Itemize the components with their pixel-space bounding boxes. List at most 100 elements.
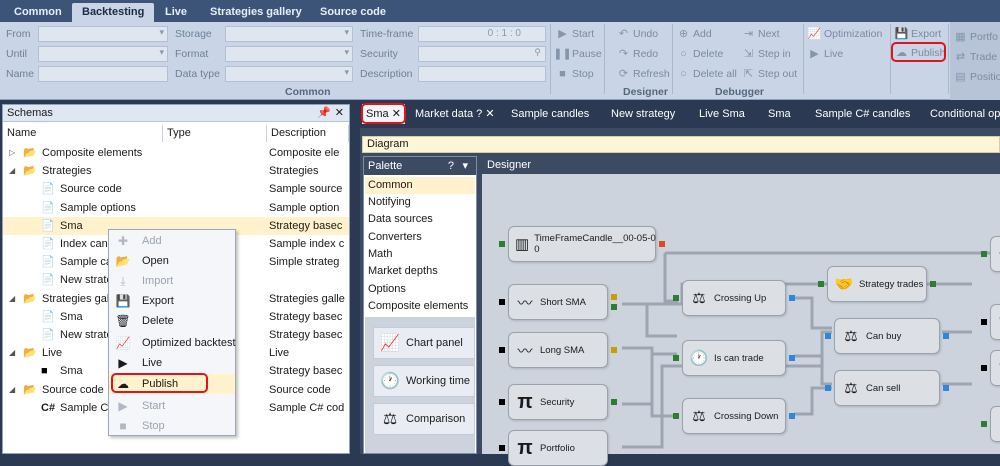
- tool-working-time[interactable]: 🕐 Working time: [373, 365, 475, 397]
- input-socket[interactable]: [499, 445, 505, 451]
- output-socket[interactable]: [611, 294, 617, 300]
- output-socket[interactable]: [930, 281, 936, 287]
- column-name[interactable]: Name: [3, 125, 163, 142]
- next-button[interactable]: ⇥ Next: [742, 27, 780, 41]
- undo-button[interactable]: ↶ Undo: [617, 27, 658, 41]
- output-socket[interactable]: [611, 347, 617, 353]
- doc-tab-conditional[interactable]: Conditional ope: [930, 104, 1000, 124]
- ribbon-tab-live[interactable]: Live: [155, 3, 197, 22]
- trades-button[interactable]: ⇄ Trade: [954, 50, 997, 64]
- ribbon-tab-source-code[interactable]: Source code: [310, 3, 396, 22]
- output-socket[interactable]: [789, 355, 795, 361]
- node-crossing-up[interactable]: ⚖ Crossing Up: [682, 280, 786, 316]
- live-button[interactable]: ▶ Live: [808, 47, 843, 61]
- portfolio-button[interactable]: ▦ Portfo: [954, 30, 998, 44]
- input-socket[interactable]: [981, 421, 987, 427]
- palette-category-data-sources[interactable]: Data sources: [365, 211, 475, 228]
- tree-row[interactable]: 📄 Sample options Sample option: [3, 199, 349, 217]
- doc-tab-market-data[interactable]: Market data ? ✕: [415, 104, 495, 124]
- palette-category-options[interactable]: Options: [365, 281, 475, 298]
- menu-item-delete[interactable]: 🗑 Delete: [109, 311, 235, 331]
- menu-item-stop[interactable]: ■ Stop: [109, 416, 235, 436]
- input-socket[interactable]: [825, 333, 831, 339]
- doc-tab-live-sma[interactable]: Live Sma: [699, 104, 745, 124]
- delete-all-breakpoints-button[interactable]: ○ Delete all: [677, 67, 737, 80]
- menu-item-add[interactable]: ✚ Add: [109, 231, 235, 251]
- ribbon-tab-common[interactable]: Common: [4, 3, 72, 22]
- close-icon[interactable]: ✕: [485, 108, 494, 120]
- ribbon-tab-strategies-gallery[interactable]: Strategies gallery: [200, 3, 312, 22]
- description-field[interactable]: [418, 66, 546, 82]
- node-strategy-trades[interactable]: 🤝 Strategy trades: [827, 266, 927, 302]
- node-security[interactable]: π Security: [508, 384, 608, 420]
- from-field[interactable]: [38, 26, 168, 42]
- output-socket[interactable]: [789, 413, 795, 419]
- column-type[interactable]: Type: [163, 125, 267, 142]
- help-icon[interactable]: ?: [476, 108, 482, 120]
- tree-row[interactable]: ◢ 📂 Strategies Strategies: [3, 162, 349, 180]
- menu-item-start[interactable]: ▶ Start: [109, 396, 235, 416]
- palette-category-math[interactable]: Math: [365, 246, 475, 263]
- input-socket[interactable]: [499, 399, 505, 405]
- output-socket[interactable]: [611, 304, 617, 310]
- doc-tab-new-strategy[interactable]: New strategy: [611, 104, 675, 124]
- node-timeframe[interactable]: ▥ TimeFrameCandle__00-05-0 0: [508, 226, 656, 262]
- delete-breakpoint-button[interactable]: ○ Delete: [677, 47, 723, 60]
- doc-tab-sma-2[interactable]: Sma: [768, 104, 791, 124]
- output-socket[interactable]: [611, 399, 617, 405]
- export-button[interactable]: 💾 Export: [895, 27, 942, 41]
- optimization-button[interactable]: 📈 Optimization: [808, 27, 883, 41]
- expand-icon[interactable]: ◢: [9, 344, 15, 362]
- input-socket[interactable]: [673, 413, 679, 419]
- pause-button[interactable]: ❚❚ Pause: [553, 47, 602, 61]
- data-type-field[interactable]: [225, 66, 353, 82]
- ribbon-tab-backtesting[interactable]: Backtesting: [72, 3, 155, 22]
- help-icon[interactable]: ?: [448, 157, 454, 175]
- palette-category-composite[interactable]: Composite elements: [365, 298, 475, 315]
- input-socket[interactable]: [981, 365, 987, 371]
- palette-category-converters[interactable]: Converters: [365, 229, 475, 246]
- menu-item-open[interactable]: 📂 Open: [109, 251, 235, 271]
- input-socket[interactable]: [499, 299, 505, 305]
- expand-icon[interactable]: ◢: [9, 290, 15, 308]
- menu-item-live[interactable]: ▶ Live: [109, 353, 235, 373]
- doc-tab-sample-csharp-candles[interactable]: Sample C# candles: [815, 104, 910, 124]
- expand-icon[interactable]: ◢: [9, 381, 15, 399]
- tool-comparison[interactable]: ⚖ Comparison: [373, 403, 475, 435]
- column-description[interactable]: Description: [267, 125, 349, 142]
- menu-item-import[interactable]: ⤓ Import: [109, 271, 235, 291]
- tree-row[interactable]: ▷ 📂 Composite elements Composite ele: [3, 144, 349, 162]
- palette-category-common[interactable]: Common: [365, 177, 475, 194]
- node-portfolio[interactable]: π Portfolio: [508, 430, 608, 466]
- input-socket[interactable]: [673, 355, 679, 361]
- security-field[interactable]: ⚲: [418, 46, 546, 62]
- timeframe-field[interactable]: 0 : 1 : 0: [418, 26, 546, 42]
- palette-category-notifying[interactable]: Notifying: [365, 194, 475, 211]
- expand-icon[interactable]: ▷: [9, 144, 15, 162]
- node-partial[interactable]: π: [990, 304, 1000, 340]
- node-crossing-down[interactable]: ⚖ Crossing Down: [682, 398, 786, 434]
- refresh-button[interactable]: ⟳ Refresh: [617, 67, 670, 81]
- designer-canvas[interactable]: Designer ▥ TimeFrameCandle__00-05-0 0 〰 Sho…: [482, 156, 1000, 466]
- input-socket[interactable]: [499, 347, 505, 353]
- input-socket[interactable]: [499, 241, 505, 247]
- name-field[interactable]: [38, 66, 168, 82]
- format-field[interactable]: [225, 46, 353, 62]
- doc-tab-sample-candles[interactable]: Sample candles: [511, 104, 589, 124]
- step-out-button[interactable]: ⇱ Step out: [742, 67, 797, 81]
- output-socket[interactable]: [943, 333, 949, 339]
- expand-icon[interactable]: ◢: [9, 162, 15, 180]
- output-socket[interactable]: [789, 295, 795, 301]
- tool-chart-panel[interactable]: 📈 Chart panel: [373, 327, 475, 359]
- node-long-sma[interactable]: 〰 Long SMA: [508, 332, 608, 368]
- menu-item-export[interactable]: 💾 Export: [109, 291, 235, 311]
- storage-field[interactable]: [225, 26, 353, 42]
- input-socket[interactable]: [673, 295, 679, 301]
- redo-button[interactable]: ↷ Redo: [617, 47, 658, 61]
- input-socket[interactable]: [981, 319, 987, 325]
- pin-icon[interactable]: 📌: [317, 105, 331, 122]
- palette-category-market-depths[interactable]: Market depths: [365, 263, 475, 280]
- node-can-sell[interactable]: ⚖ Can sell: [834, 370, 940, 406]
- stop-button[interactable]: ■ Stop: [556, 67, 593, 80]
- tree-row[interactable]: 📄 Source code Sample source: [3, 180, 349, 198]
